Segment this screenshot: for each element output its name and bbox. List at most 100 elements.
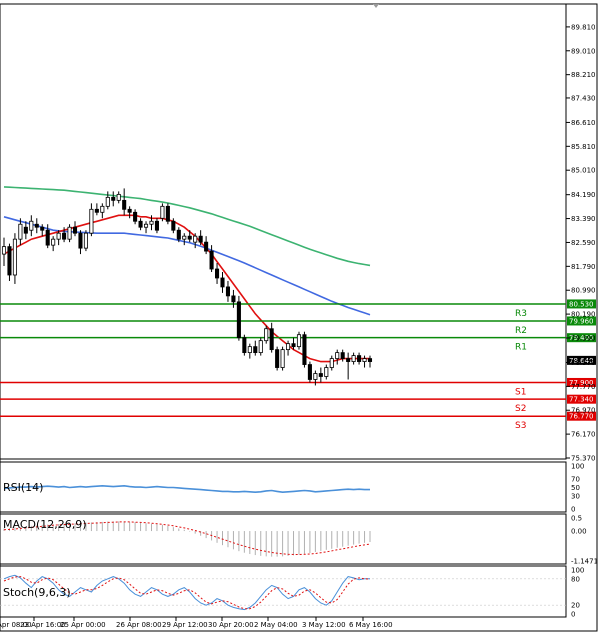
time-tick-label: 2 May 04:00 (254, 621, 298, 629)
rsi-tick-label: 100 (571, 463, 584, 471)
candle-down (346, 358, 351, 362)
price-tick-label: 83.390 (571, 215, 596, 223)
candle-up (324, 367, 329, 377)
price-tick-label: 84.190 (571, 191, 596, 199)
level-name-r3: R3 (515, 309, 527, 319)
level-badge-label-s2: 77.340 (569, 396, 594, 404)
candle-down (231, 295, 236, 303)
price-tick-label: 78.570 (571, 359, 596, 367)
price-tick-label: 85.010 (571, 167, 596, 175)
price-tick-label: 76.170 (571, 431, 596, 439)
candle-up (18, 223, 23, 240)
candle-down (275, 349, 280, 368)
macd-tick-label: 0.00 (571, 528, 587, 536)
candle-down (7, 246, 12, 276)
price-tick-label: 89.010 (571, 47, 596, 55)
candle-down (111, 196, 116, 201)
candle-up (362, 358, 367, 362)
macd-title: MACD(12,26,9) (3, 518, 87, 531)
rsi-tick-label: 30 (571, 493, 580, 501)
rsi-tick-label: 70 (571, 475, 580, 483)
stoch-tick-label: 20 (571, 602, 580, 610)
candle-up (160, 205, 165, 219)
price-tick-label: 76.970 (571, 407, 596, 415)
candle-up (1, 246, 7, 255)
candle-down (198, 235, 203, 243)
candle-up (83, 232, 88, 249)
level-badge-label-r2: 79.960 (569, 317, 594, 325)
level-name-r2: R2 (515, 326, 527, 336)
stoch-tick-label: 0 (571, 611, 575, 619)
candle-down (269, 328, 274, 351)
candle-down (225, 286, 231, 297)
candle-down (357, 355, 362, 362)
rsi-title: RSI(14) (3, 481, 43, 494)
candle-down (236, 301, 241, 339)
candle-down (209, 250, 214, 270)
candle-down (34, 223, 39, 228)
chart-stage: R3 80.530 R2 79.960 R1 79.400 S1 77.900 S2 77.340… (0, 0, 600, 633)
stoch-title: Stoch(9,6,3) (3, 586, 71, 599)
candle-down (165, 205, 170, 222)
candle-down (154, 220, 159, 231)
candle-down (45, 229, 50, 246)
candle-up (51, 238, 56, 246)
level-name-s2: S2 (515, 404, 526, 414)
level-name-r1: R1 (515, 343, 527, 353)
chart-svg: R380.530R279.960R179.400S177.900S277.340… (0, 3, 598, 632)
price-tick-label: 86.610 (571, 119, 596, 127)
price-tick-label: 81.790 (571, 263, 596, 271)
rsi-tick-label: 50 (571, 484, 580, 492)
candle-up (247, 346, 252, 354)
level-badge-label-r3: 80.530 (569, 300, 594, 308)
candle-down (127, 208, 132, 213)
price-tick-label: 87.430 (571, 94, 596, 102)
price-tick-label: 80.990 (571, 287, 596, 295)
candle-up (351, 355, 356, 362)
price-tick-label: 89.810 (571, 23, 596, 31)
candle-down (133, 211, 138, 222)
candle-down (176, 229, 181, 240)
candle-up (89, 208, 94, 234)
candle-down (318, 373, 323, 377)
candle-down (62, 232, 67, 240)
time-tick-label: 23 Apr 16:00 (20, 621, 66, 629)
candle-down (138, 220, 143, 228)
candle-down (220, 277, 225, 288)
candle-up (258, 340, 263, 354)
candle-down (302, 334, 307, 365)
candle-up (116, 193, 121, 201)
candle-up (143, 223, 149, 228)
candle-down (340, 352, 345, 359)
candle-up (335, 352, 340, 359)
candle-down (253, 346, 258, 354)
time-tick-label: 6 May 16:00 (349, 621, 393, 629)
candle-up (264, 328, 269, 342)
candle-up (12, 238, 17, 276)
candle-down (40, 226, 45, 231)
time-tick-label: 25 Apr 00:00 (60, 621, 106, 629)
stoch-tick-label: 100 (571, 567, 584, 575)
candle-up (56, 232, 61, 240)
candle-down (122, 199, 127, 210)
candle-up (193, 235, 198, 243)
candle-down (242, 337, 247, 354)
candle-down (291, 343, 296, 348)
candle-down (307, 364, 312, 380)
candle-up (100, 205, 105, 213)
time-tick-label: 29 Apr 12:00 (162, 621, 208, 629)
price-tick-label: 88.210 (571, 71, 596, 79)
candle-up (67, 226, 72, 240)
price-pane (0, 3, 567, 460)
macd-tick-label: -1.1471 (571, 558, 598, 566)
candle-down (94, 208, 99, 213)
price-tick-label: 82.590 (571, 239, 596, 247)
price-tick-label: 77.770 (571, 383, 596, 391)
candle-up (29, 220, 34, 231)
candle-down (72, 226, 78, 234)
candle-down (171, 220, 176, 231)
time-tick-label: 26 Apr 08:00 (116, 621, 162, 629)
candle-down (367, 358, 373, 362)
candle-down (187, 235, 192, 240)
price-tick-label: 79.390 (571, 334, 596, 342)
